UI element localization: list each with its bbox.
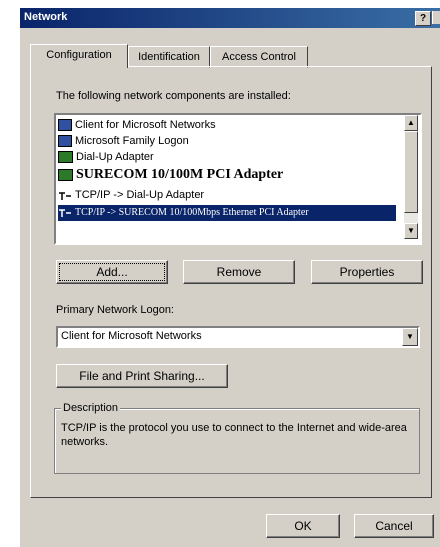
network-dialog: Network ? Configuration Identification A… bbox=[20, 8, 440, 547]
description-title: Description bbox=[61, 402, 121, 414]
properties-button[interactable]: Properties bbox=[311, 260, 423, 284]
scroll-up-button[interactable]: ▲ bbox=[404, 115, 418, 131]
scroll-thumb[interactable] bbox=[404, 131, 418, 213]
primary-logon-dropdown[interactable]: Client for Microsoft Networks ▼ bbox=[56, 326, 420, 348]
network-client-icon bbox=[58, 119, 72, 132]
tab-configuration[interactable]: Configuration bbox=[30, 44, 128, 68]
network-client-icon bbox=[58, 135, 72, 148]
protocol-icon bbox=[58, 190, 72, 201]
description-text: TCP/IP is the protocol you use to connec… bbox=[61, 422, 407, 448]
list-item[interactable]: SURECOM 10/100M PCI Adapter bbox=[58, 165, 283, 185]
window-title: Network bbox=[24, 11, 68, 23]
list-item[interactable]: Microsoft Family Logon bbox=[58, 133, 189, 149]
tab-access-control[interactable]: Access Control bbox=[210, 46, 308, 68]
protocol-icon bbox=[58, 208, 72, 218]
list-item[interactable]: Client for Microsoft Networks bbox=[58, 117, 216, 133]
components-heading: The following network components are ins… bbox=[56, 90, 291, 102]
adapter-icon bbox=[58, 168, 73, 181]
chevron-down-icon[interactable]: ▼ bbox=[402, 328, 418, 346]
tab-identification[interactable]: Identification bbox=[128, 46, 210, 68]
list-item[interactable]: Dial-Up Adapter bbox=[58, 149, 154, 165]
file-print-sharing-button[interactable]: File and Print Sharing... bbox=[56, 364, 228, 388]
scroll-down-button[interactable]: ▼ bbox=[404, 223, 418, 239]
list-scrollbar[interactable]: ▲ ▼ bbox=[404, 115, 418, 239]
adapter-icon bbox=[58, 151, 73, 164]
primary-logon-value: Client for Microsoft Networks bbox=[61, 330, 202, 342]
primary-logon-label: Primary Network Logon: bbox=[56, 304, 174, 316]
list-item[interactable]: TCP/IP -> Dial-Up Adapter bbox=[58, 187, 204, 203]
help-button[interactable]: ? bbox=[415, 11, 431, 26]
cancel-button[interactable]: Cancel bbox=[354, 514, 434, 538]
description-group: Description TCP/IP is the protocol you u… bbox=[54, 402, 420, 474]
list-item-selected[interactable]: TCP/IP -> SURECOM 10/100Mbps Ethernet PC… bbox=[58, 205, 396, 221]
remove-button[interactable]: Remove bbox=[183, 260, 295, 284]
add-button[interactable]: Add... bbox=[56, 260, 168, 284]
close-button[interactable] bbox=[432, 11, 440, 24]
components-listbox[interactable]: Client for Microsoft Networks Microsoft … bbox=[54, 113, 422, 245]
title-bar[interactable]: Network ? bbox=[20, 8, 440, 28]
ok-button[interactable]: OK bbox=[266, 514, 340, 538]
